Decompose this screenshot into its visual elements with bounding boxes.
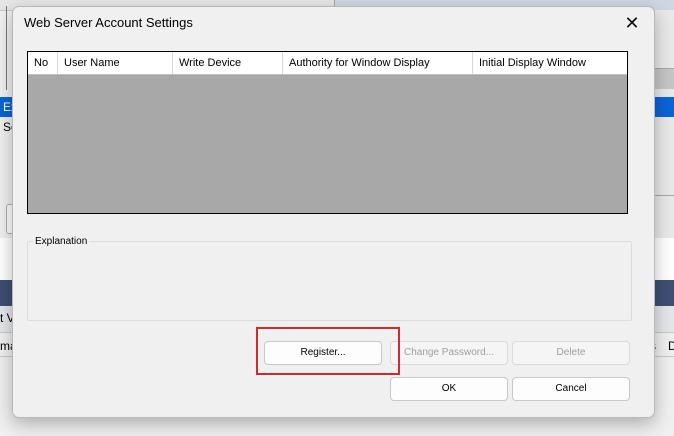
cancel-button[interactable]: Cancel [512, 377, 630, 401]
background-column-label-d: D [668, 339, 674, 353]
register-button[interactable]: Register... [264, 341, 382, 365]
background-right-divider [654, 195, 674, 196]
background-tree-line [6, 6, 11, 90]
background-right-cell [654, 68, 674, 89]
explanation-group [27, 241, 632, 321]
delete-button[interactable]: Delete [512, 341, 630, 365]
dialog-title: Web Server Account Settings [24, 15, 193, 30]
column-header-user-name[interactable]: User Name [58, 52, 173, 74]
column-header-write-device[interactable]: Write Device [173, 52, 283, 74]
dialog-titlebar[interactable]: Web Server Account Settings ✕ [13, 7, 654, 39]
explanation-label: Explanation [33, 236, 90, 247]
ok-button[interactable]: OK [390, 377, 508, 401]
close-icon: ✕ [624, 13, 640, 33]
account-table[interactable]: No User Name Write Device Authority for … [27, 51, 628, 214]
close-button[interactable]: ✕ [612, 9, 652, 37]
column-header-authority-window-display[interactable]: Authority for Window Display [283, 52, 473, 74]
account-table-header: No User Name Write Device Authority for … [28, 52, 627, 75]
column-header-no[interactable]: No [28, 52, 58, 74]
column-header-initial-display-window[interactable]: Initial Display Window [473, 52, 627, 74]
change-password-button[interactable]: Change Password... [390, 341, 508, 365]
web-server-account-settings-dialog: Web Server Account Settings ✕ No User Na… [12, 6, 655, 418]
